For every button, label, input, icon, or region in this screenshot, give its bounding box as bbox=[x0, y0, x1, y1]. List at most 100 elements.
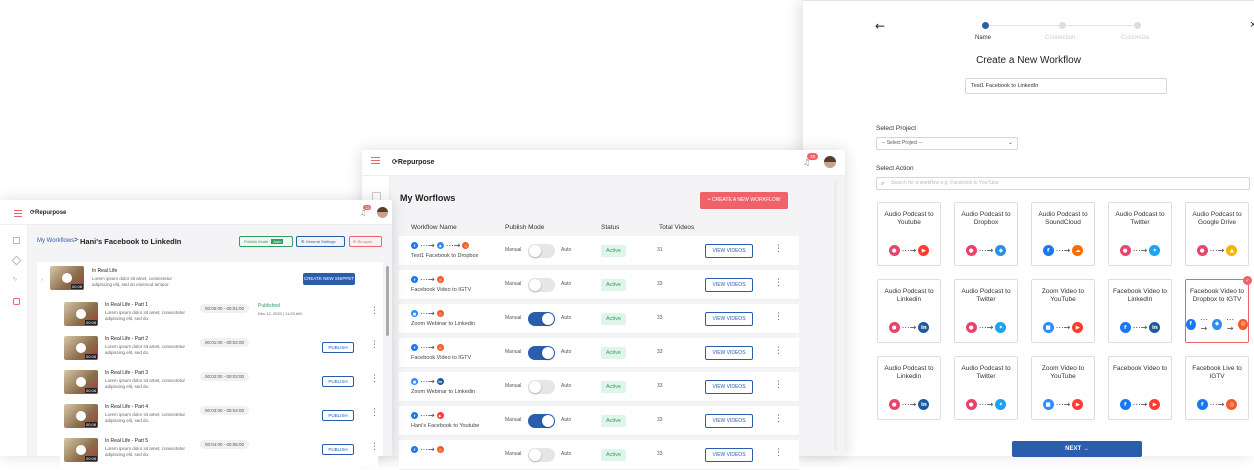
igtv-icon: ◎ bbox=[462, 242, 470, 249]
more-options-icon[interactable]: ⋮ bbox=[774, 278, 783, 288]
create-snippet-button[interactable]: CREATE NEW SNIPPET bbox=[303, 273, 355, 285]
next-button[interactable]: NEXT → bbox=[1012, 441, 1142, 457]
publish-mode-toggle[interactable] bbox=[528, 244, 555, 258]
view-videos-button[interactable]: VIEW VIDEOS bbox=[705, 244, 753, 258]
search-action-input[interactable]: ⌕ Search for a workflow e.g. Facebook to… bbox=[876, 177, 1250, 190]
more-options-icon[interactable]: ⋮ bbox=[370, 306, 379, 316]
view-videos-button[interactable]: VIEW VIDEOS bbox=[705, 448, 753, 462]
select-project-dropdown[interactable]: -- Select Project -- ⌄ bbox=[876, 137, 1018, 150]
publish-button[interactable]: PUBLISH bbox=[322, 342, 354, 353]
action-card[interactable]: Facebook Live to IGTV f ⋯→ ◎ bbox=[1185, 356, 1249, 420]
snippet-row[interactable]: 00:08 In Real Life - Part 5 Lorem ipsum do… bbox=[60, 434, 379, 467]
more-options-icon[interactable]: ⋮ bbox=[774, 244, 783, 254]
more-options-icon[interactable]: ⋮ bbox=[774, 414, 783, 424]
user-icon[interactable] bbox=[13, 298, 20, 305]
workflow-name[interactable]: Hani's Facebook to Youtube bbox=[411, 423, 479, 429]
table-row[interactable]: ■ ⋯→ ◎ Zoom Webinar to Linkedin Manual Auto Ac… bbox=[399, 304, 799, 334]
more-options-icon[interactable]: ⋮ bbox=[774, 346, 783, 356]
publish-mode-toggle[interactable] bbox=[528, 380, 555, 394]
view-videos-button[interactable]: VIEW VIDEOS bbox=[705, 380, 753, 394]
action-card[interactable]: Zoom Video to YouTube ■ ⋯→ ▶ bbox=[1031, 279, 1095, 343]
workflow-name[interactable]: Test1 Facebook to Dropbox bbox=[411, 253, 478, 259]
action-card-title: Audio Podcast to Linkedin bbox=[884, 288, 934, 303]
table-row[interactable]: f ⋯→ ◆ ⋯→ ◎ Test1 Facebook to Dropbox Manual Au… bbox=[399, 236, 799, 266]
action-card[interactable]: Audio Podcast to Dropbox ● ⋯→ ◆ bbox=[954, 202, 1018, 266]
publish-mode-toggle[interactable] bbox=[528, 346, 555, 360]
action-card[interactable]: Audio Podcast to Twitter ● ⋯→ ✦ bbox=[954, 356, 1018, 420]
avatar[interactable] bbox=[377, 207, 388, 218]
breadcrumb-root[interactable]: My Workflows bbox=[37, 238, 74, 244]
more-options-icon[interactable]: ⋮ bbox=[370, 408, 379, 418]
snippet-thumbnail[interactable]: 00:08 bbox=[64, 302, 98, 326]
action-card[interactable]: Audio Podcast to Twitter ● ⋯→ ✦ bbox=[1108, 202, 1172, 266]
snippet-row[interactable]: 00:08 In Real Life - Part 3 Lorem ipsum do… bbox=[60, 366, 379, 399]
zoom-icon: ■ bbox=[411, 378, 418, 385]
action-card[interactable]: Facebook Video to Dropbox to IGTV f ⋯→ ◆ ⋯→ ◎… bbox=[1185, 276, 1252, 343]
table-row[interactable]: f ⋯→ ▶ Hani's Facebook to Youtube Manual Auto… bbox=[399, 406, 799, 436]
table-row[interactable]: f ⋯→ ◎ Facebook Video to IGTV Manual Auto Acti… bbox=[399, 338, 799, 368]
table-row[interactable]: f ⋯→ ◎ Manual Auto Active 33 VIEW VIDEOS ⋮ bbox=[399, 440, 799, 470]
snippet-row[interactable]: 00:08 In Real Life - Part 4 Lorem ipsum do… bbox=[60, 400, 379, 433]
more-options-icon[interactable]: ⋮ bbox=[774, 380, 783, 390]
more-options-icon[interactable]: ⋮ bbox=[370, 340, 379, 350]
more-options-icon[interactable]: ⋮ bbox=[774, 312, 783, 322]
expand-chevron-icon[interactable]: › bbox=[41, 277, 43, 283]
table-row[interactable]: ■ ⋯→ in Zoom Webinar to Linkedin Manual Auto A… bbox=[399, 372, 799, 402]
snippet-thumbnail[interactable]: 00:08 bbox=[64, 404, 98, 428]
close-icon[interactable]: × bbox=[1250, 19, 1254, 31]
hamburger-icon[interactable] bbox=[371, 157, 380, 164]
view-videos-button[interactable]: VIEW VIDEOS bbox=[705, 414, 753, 428]
workflow-name[interactable]: Zoom Webinar to Linkedin bbox=[411, 321, 475, 327]
action-card[interactable]: Audio Podcast to SoundCloud f ⋯→ ☁ bbox=[1031, 202, 1095, 266]
publish-mode-button[interactable]: Publish Mode Auto bbox=[239, 236, 293, 247]
workflow-name[interactable]: Facebook Video to IGTV bbox=[411, 355, 471, 361]
action-card[interactable]: Audio Podcast to Linkedin ● ⋯→ in bbox=[877, 356, 941, 420]
view-videos-button[interactable]: VIEW VIDEOS bbox=[705, 346, 753, 360]
igtv-icon: ◎ bbox=[436, 310, 444, 317]
snippet-thumbnail[interactable]: 00:08 bbox=[64, 438, 98, 462]
action-card[interactable]: Audio Podcast to Google Drive ● ⋯→ ▲ bbox=[1185, 202, 1249, 266]
table-row[interactable]: f ⋯→ ◎ Facebook Video to IGTV Manual Auto Acti… bbox=[399, 270, 799, 300]
layers-icon[interactable] bbox=[11, 255, 22, 266]
arrow-left-icon[interactable]: ← bbox=[875, 19, 885, 33]
snippet-thumbnail[interactable]: 00:08 bbox=[64, 370, 98, 394]
action-card[interactable]: Facebook Video to LinkedIn f ⋯→ in bbox=[1108, 279, 1172, 343]
auto-label: Auto bbox=[561, 281, 572, 287]
more-options-icon[interactable]: ⋮ bbox=[370, 442, 379, 452]
more-options-icon[interactable]: ⋮ bbox=[774, 448, 783, 458]
snippet-thumbnail[interactable]: 00:08 bbox=[64, 336, 98, 360]
resync-button[interactable]: ⟳ Re-sync bbox=[349, 236, 382, 247]
scrollbar[interactable] bbox=[386, 266, 389, 336]
snippet-row[interactable]: 00:08 In Real Life - Part 2 Lorem ipsum do… bbox=[60, 332, 379, 365]
action-card[interactable]: Audio Podcast to Twitter ● ⋯→ ✦ bbox=[954, 279, 1018, 343]
publish-mode-toggle[interactable] bbox=[528, 448, 555, 462]
view-videos-button[interactable]: VIEW VIDEOS bbox=[705, 278, 753, 292]
sidebar: ∿ bbox=[0, 225, 28, 456]
scrollbar[interactable] bbox=[834, 180, 837, 450]
publish-button[interactable]: PUBLISH bbox=[322, 444, 354, 455]
chart-icon[interactable]: ∿ bbox=[12, 275, 18, 283]
publish-button[interactable]: PUBLISH bbox=[322, 410, 354, 421]
publish-mode-toggle[interactable] bbox=[528, 278, 555, 292]
create-workflow-button[interactable]: + CREATE A NEW WORKFLOW bbox=[700, 192, 788, 209]
action-card-icons: f ⋯→ ◆ ⋯→ ◎ bbox=[1186, 315, 1248, 333]
hamburger-icon[interactable] bbox=[14, 210, 22, 217]
action-card[interactable]: Audio Podcast to Youtube ● ⋯→ ▶ bbox=[877, 202, 941, 266]
workflow-name[interactable]: Facebook Video to IGTV bbox=[411, 287, 471, 293]
publish-button[interactable]: PUBLISH bbox=[322, 376, 354, 387]
bell-icon[interactable]: ♫ bbox=[360, 209, 366, 217]
episode-thumbnail[interactable]: 00:08 bbox=[50, 266, 84, 290]
view-videos-button[interactable]: VIEW VIDEOS bbox=[705, 312, 753, 326]
snippet-row[interactable]: 00:08 In Real Life - Part 1 Lorem ipsum do… bbox=[60, 298, 379, 331]
publish-mode-toggle[interactable] bbox=[528, 414, 555, 428]
action-card[interactable]: Audio Podcast to Linkedin ● ⋯→ in bbox=[877, 279, 941, 343]
general-settings-button[interactable]: ⚙ General Settings bbox=[296, 236, 345, 247]
publish-mode-toggle[interactable] bbox=[528, 312, 555, 326]
workflow-name[interactable]: Zoom Webinar to Linkedin bbox=[411, 389, 475, 395]
workflow-name-input[interactable]: Test1 Facebook to LinkedIn bbox=[965, 78, 1167, 94]
more-options-icon[interactable]: ⋮ bbox=[370, 374, 379, 384]
action-card[interactable]: Facebook Video to f ⋯→ ▶ bbox=[1108, 356, 1172, 420]
avatar[interactable] bbox=[824, 156, 836, 168]
dashboard-icon[interactable] bbox=[13, 237, 20, 244]
action-card[interactable]: Zoom Video to YouTube ■ ⋯→ ▶ bbox=[1031, 356, 1095, 420]
